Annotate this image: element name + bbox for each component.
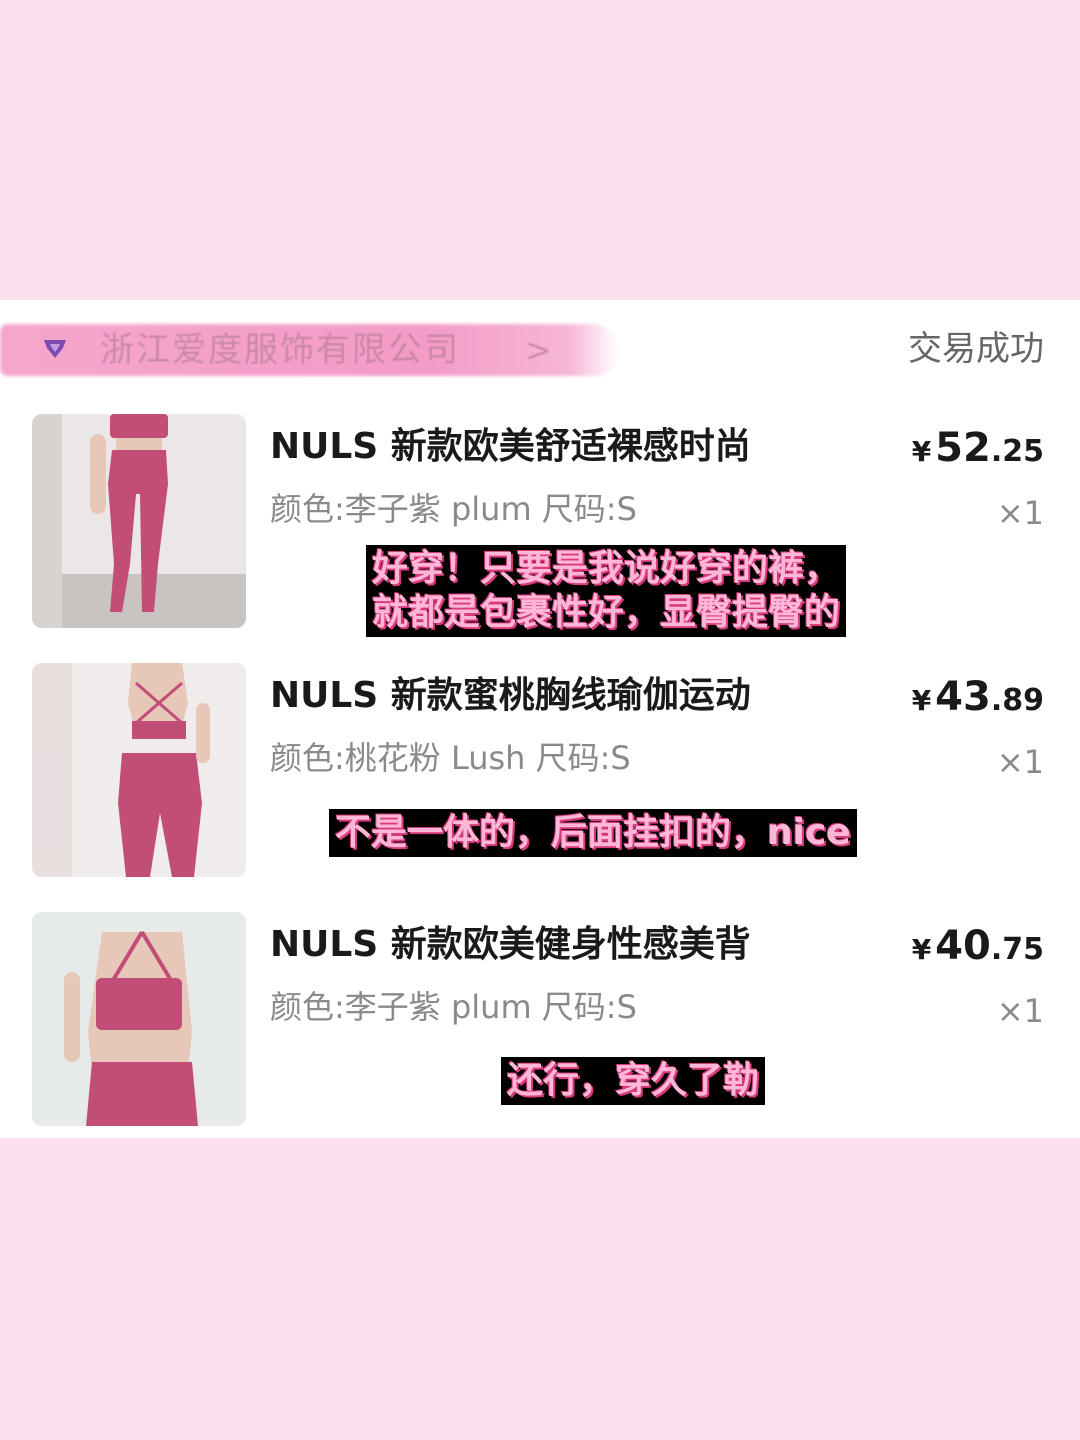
product-spec: 颜色:李子紫 plum 尺码:S [270, 490, 637, 528]
currency-symbol: ¥ [911, 684, 932, 717]
store-header[interactable]: 浙江爱度服饰有限公司 > 交易成功 [0, 320, 1080, 380]
order-status: 交易成功 [908, 329, 1044, 369]
price-decimal: .89 [990, 683, 1044, 718]
price-decimal: .75 [990, 932, 1044, 967]
product-image[interactable] [32, 912, 246, 1126]
product-title[interactable]: NULS 新款欧美舒适裸感时尚 [270, 422, 751, 472]
product-price: ¥43.89 [912, 671, 1044, 731]
product-spec: 颜色:李子紫 plum 尺码:S [270, 988, 637, 1026]
store-icon [42, 338, 68, 360]
order-card: 浙江爱度服饰有限公司 > 交易成功 NULS 新款欧美舒适裸感时尚 颜色:李子紫… [0, 300, 1080, 1138]
product-quantity: ×1 [996, 743, 1044, 781]
price-integer: 43 [935, 674, 991, 720]
chevron-right-icon[interactable]: > [525, 326, 552, 374]
review-line: 不是一体的，后面挂扣的，nice [335, 812, 851, 853]
currency-symbol: ¥ [911, 435, 932, 468]
store-name[interactable]: 浙江爱度服饰有限公司 [100, 326, 460, 374]
currency-symbol: ¥ [911, 933, 932, 966]
product-title[interactable]: NULS 新款蜜桃胸线瑜伽运动 [270, 671, 751, 721]
product-quantity: ×1 [996, 992, 1044, 1030]
review-overlay: 不是一体的，后面挂扣的，nice [329, 809, 857, 857]
product-spec: 颜色:桃花粉 Lush 尺码:S [270, 739, 631, 777]
price-integer: 52 [935, 425, 991, 471]
product-image[interactable] [32, 414, 246, 628]
price-integer: 40 [935, 923, 991, 969]
product-price: ¥52.25 [912, 422, 1044, 482]
product-price: ¥40.75 [912, 920, 1044, 980]
price-decimal: .25 [990, 434, 1044, 469]
product-title[interactable]: NULS 新款欧美健身性感美背 [270, 920, 751, 970]
review-line: 就都是包裹性好，显臀提臀的 [372, 592, 841, 633]
review-line: 好穿！只要是我说好穿的裤， [372, 548, 841, 589]
order-item[interactable]: NULS 新款欧美舒适裸感时尚 颜色:李子紫 plum 尺码:S ¥52.25 … [0, 414, 1080, 637]
product-image[interactable] [32, 663, 246, 877]
review-line: 还行，穿久了勒 [507, 1060, 760, 1101]
review-overlay: 好穿！只要是我说好穿的裤， 就都是包裹性好，显臀提臀的 [366, 545, 847, 637]
product-quantity: ×1 [996, 494, 1044, 532]
review-overlay: 还行，穿久了勒 [501, 1057, 766, 1105]
order-item[interactable]: NULS 新款欧美健身性感美背 颜色:李子紫 plum 尺码:S ¥40.75 … [0, 912, 1080, 1127]
order-item[interactable]: NULS 新款蜜桃胸线瑜伽运动 颜色:桃花粉 Lush 尺码:S ¥43.89 … [0, 663, 1080, 878]
